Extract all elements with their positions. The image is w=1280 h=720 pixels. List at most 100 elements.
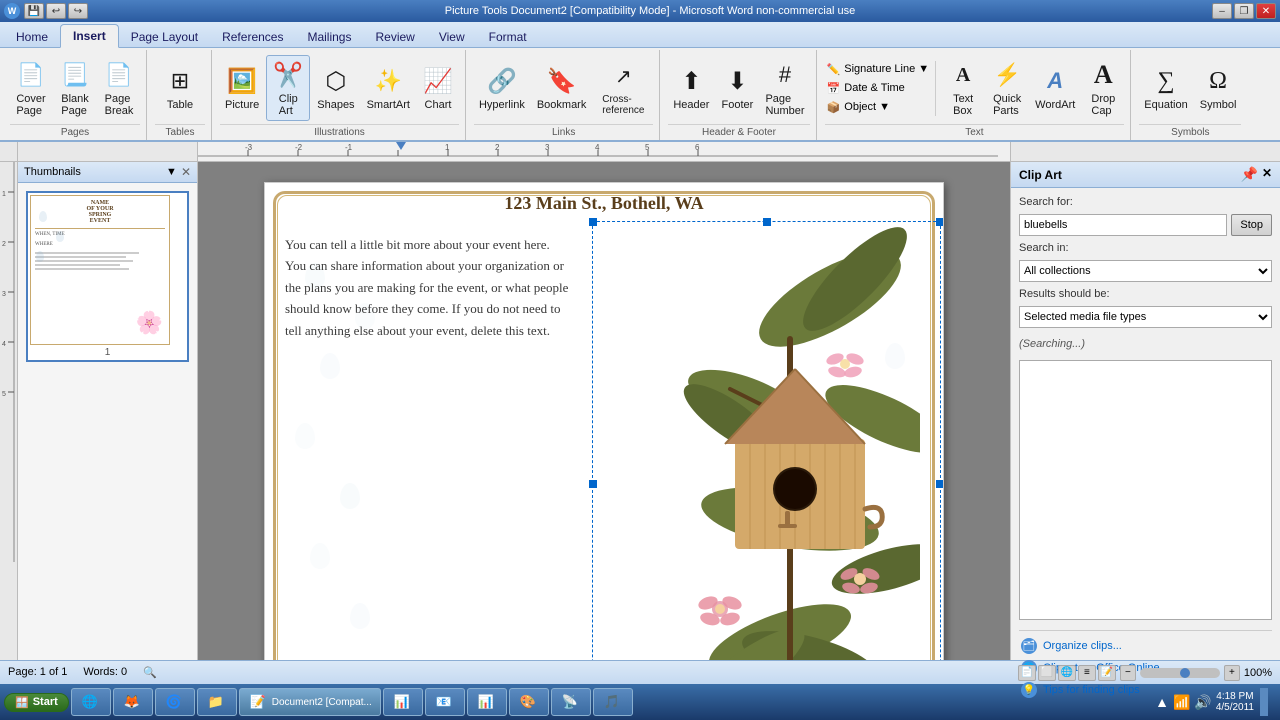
page-break-btn[interactable]: 📄 PageBreak [98,56,140,120]
tab-view[interactable]: View [427,26,477,47]
chart-btn[interactable]: 📈 Chart [417,62,459,114]
taskbar-item-music[interactable]: 🎵 [593,688,633,716]
shapes-btn[interactable]: ⬡ Shapes [312,62,359,114]
taskbar-item-ppt[interactable]: 📊 [467,688,507,716]
text-items: ✏️ Signature Line ▼ 📅 Date & Time 📦 Obje… [825,52,1125,124]
equation-btn[interactable]: ∑ Equation [1139,62,1192,114]
clip-art-btn[interactable]: ✂️ ClipArt [266,55,310,121]
thumb-divider [35,228,165,229]
tab-mailings[interactable]: Mailings [295,26,363,47]
taskbar-item-paint[interactable]: 🎨 [509,688,549,716]
tab-home[interactable]: Home [4,26,60,47]
symbol-btn[interactable]: Ω Symbol [1195,62,1242,114]
footer-btn[interactable]: ⬇ Footer [716,62,758,114]
doc-area[interactable]: 123 Main St., Bothell, WA You can tell a… [198,162,1010,660]
restore-btn[interactable]: ❐ [1234,3,1254,19]
ribbon-tabs: Home Insert Page Layout References Maili… [0,22,1280,48]
textbox-btn[interactable]: A TextBox [942,56,984,120]
taskbar-item-chrome[interactable]: 🌀 [155,688,195,716]
clip-art-close-btn[interactable]: ✕ [1262,166,1272,183]
results-area [1019,360,1272,620]
dropcap-btn[interactable]: A DropCap [1082,56,1124,120]
clip-art-header-controls: 📌 ✕ [1241,166,1273,183]
picture-btn[interactable]: 🖼️ Picture [220,62,264,114]
hyperlink-btn[interactable]: 🔗 Hyperlink [474,62,530,114]
date-time-btn[interactable]: 📅 Date & Time [825,80,932,97]
handle-tr[interactable] [936,218,944,226]
links-items: 🔗 Hyperlink 🔖 Bookmark ↗ Cross-reference [474,52,653,124]
minimize-btn[interactable]: – [1212,3,1232,19]
taskbar-item-explorer[interactable]: 📁 [197,688,237,716]
taskbar-item-ie[interactable]: 🌐 [71,688,111,716]
search-in-select[interactable]: All collections [1019,260,1272,282]
svg-text:1: 1 [445,143,450,152]
wordart-btn[interactable]: A WordArt [1030,62,1080,114]
thumb-raindrop [36,251,44,262]
tab-format[interactable]: Format [477,26,539,47]
results-select[interactable]: Selected media file types [1019,306,1272,328]
signature-line-btn[interactable]: ✏️ Signature Line ▼ [825,61,932,78]
dropcap-label: DropCap [1091,93,1115,117]
taskbar-item-filezilla[interactable]: 📡 [551,688,591,716]
start-button[interactable]: 🪟 Start [4,693,69,712]
tips-icon: 💡 [1021,682,1037,698]
thumb-line [35,256,126,258]
taskbar-item-word[interactable]: 📝 Document2 [Compat... [239,688,381,716]
thumb-raindrop [39,211,47,222]
handle-tl[interactable] [589,218,597,226]
zoom-slider[interactable] [1140,668,1220,678]
show-desktop-btn[interactable] [1260,688,1268,716]
tab-references[interactable]: References [210,26,295,47]
outline-btn[interactable]: ≡ [1078,665,1096,681]
wordart-label: WordArt [1035,99,1075,111]
draft-btn[interactable]: 📝 [1098,665,1116,681]
organize-clips-link[interactable]: 🗂 Organize clips... [1019,635,1272,657]
quick-parts-btn[interactable]: ⚡ QuickParts [986,56,1028,120]
quick-undo[interactable]: ↩ [46,3,66,19]
svg-text:5: 5 [2,391,6,398]
header-btn[interactable]: ⬆ Header [668,62,714,114]
date-display: 4/5/2011 [1216,702,1254,713]
tab-review[interactable]: Review [363,26,426,47]
stop-btn[interactable]: Stop [1231,214,1272,236]
page-num-btn[interactable]: # PageNumber [760,56,809,120]
text-sig-stack: ✏️ Signature Line ▼ 📅 Date & Time 📦 Obje… [825,61,937,116]
thumbnail-preview: NAMEOF YOURSPRINGEVENT WHEN, TIMEWHERE 🌸 [30,195,170,345]
smartart-btn[interactable]: ✨ SmartArt [362,62,415,114]
cross-ref-btn[interactable]: ↗ Cross-reference [593,57,653,119]
tab-page-layout[interactable]: Page Layout [119,26,210,47]
zoom-out-btn[interactable]: − [1120,665,1136,681]
web-layout-btn[interactable]: 🌐 [1058,665,1076,681]
print-layout-btn[interactable]: 📄 [1018,665,1036,681]
close-btn[interactable]: ✕ [1256,3,1276,19]
ruler-row: -3 -2 -1 1 2 3 4 5 6 [0,142,1280,162]
handle-tm[interactable] [763,218,771,226]
thumbnails-dropdown[interactable]: ▼ [166,166,177,178]
cover-page-btn[interactable]: 📄 CoverPage [10,56,52,120]
full-screen-btn[interactable]: ⬜ [1038,665,1056,681]
clip-art-pin-btn[interactable]: 📌 [1241,166,1258,183]
search-input[interactable] [1019,214,1227,236]
taskbar-item-firefox[interactable]: 🦊 [113,688,153,716]
thumbnail-ruler [18,142,198,161]
illustrations-items: 🖼️ Picture ✂️ ClipArt ⬡ Shapes ✨ SmartAr… [220,52,459,124]
taskbar-item-excel[interactable]: 📊 [383,688,423,716]
quick-redo[interactable]: ↪ [68,3,88,19]
taskbar-item-outlook[interactable]: 📧 [425,688,465,716]
handle-ml[interactable] [589,480,597,488]
results-label: Results should be: [1019,288,1272,300]
handle-mr[interactable] [936,480,944,488]
svg-text:3: 3 [2,291,6,298]
table-btn[interactable]: ⊞ Table [155,62,205,114]
thumbnails-close-btn[interactable]: ✕ [181,165,191,179]
filezilla-icon: 📡 [560,692,580,712]
bookmark-btn[interactable]: 🔖 Bookmark [532,62,592,114]
page-thumbnail[interactable]: NAMEOF YOURSPRINGEVENT WHEN, TIMEWHERE 🌸 [26,191,189,362]
quick-save[interactable]: 💾 [24,3,44,19]
zoom-in-btn[interactable]: + [1224,665,1240,681]
object-btn[interactable]: 📦 Object ▼ [825,99,932,116]
object-icon: 📦 [827,101,841,114]
blank-page-btn[interactable]: 📃 BlankPage [54,56,96,120]
tab-insert[interactable]: Insert [60,24,119,48]
thumb-line [35,264,120,266]
